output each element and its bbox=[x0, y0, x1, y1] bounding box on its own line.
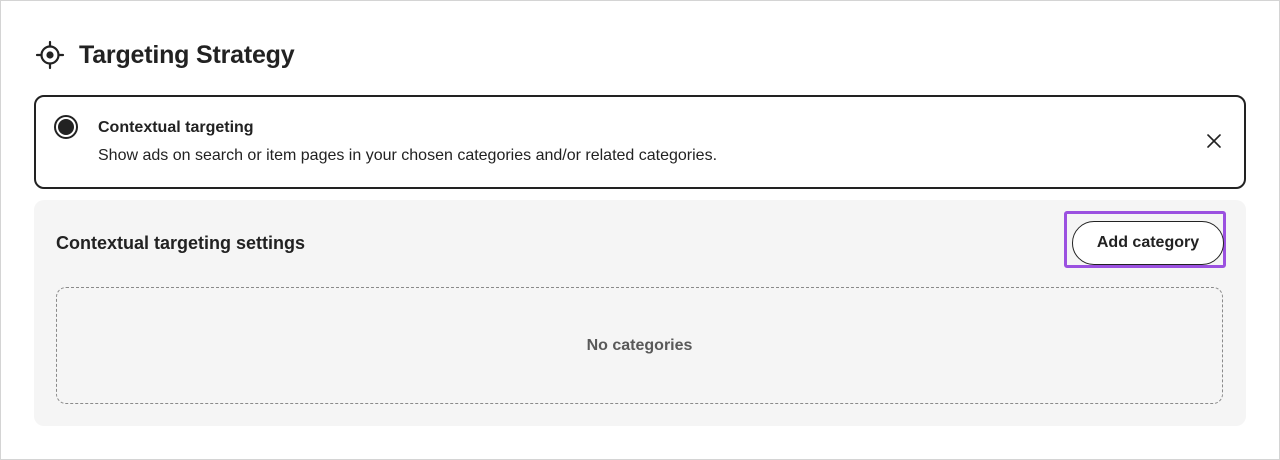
add-category-button[interactable]: Add category bbox=[1072, 221, 1224, 265]
targeting-strategy-section: Targeting Strategy Contextual targeting … bbox=[0, 0, 1280, 460]
close-icon bbox=[1206, 133, 1222, 154]
categories-empty-state: No categories bbox=[56, 287, 1223, 404]
option-title: Contextual targeting bbox=[98, 119, 254, 136]
option-description: Show ads on search or item pages in your… bbox=[98, 147, 718, 164]
radio-selected-dot bbox=[58, 119, 74, 135]
section-header: Targeting Strategy bbox=[35, 37, 295, 73]
settings-title: Contextual targeting settings bbox=[56, 233, 306, 253]
contextual-targeting-option[interactable]: Contextual targeting Show ads on search … bbox=[34, 95, 1246, 189]
empty-state-text: No categories bbox=[586, 336, 693, 354]
page-title: Targeting Strategy bbox=[79, 40, 295, 69]
close-button[interactable] bbox=[1202, 131, 1226, 155]
target-icon bbox=[35, 40, 65, 70]
contextual-targeting-radio[interactable] bbox=[54, 115, 78, 139]
contextual-targeting-settings-panel: Contextual targeting settings Add catego… bbox=[34, 200, 1246, 426]
